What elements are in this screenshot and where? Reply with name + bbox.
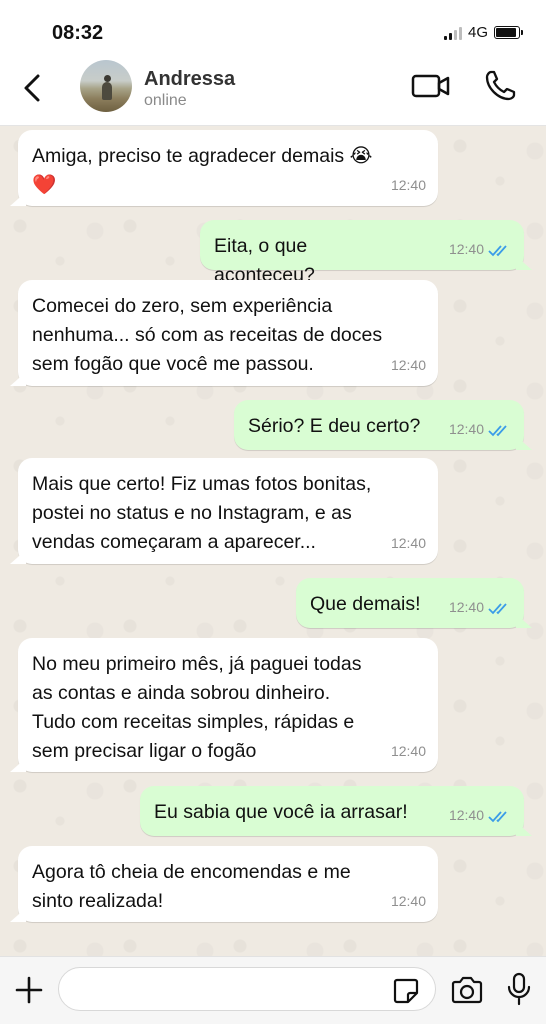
signal-icon [443, 26, 462, 40]
voice-call-button[interactable] [482, 68, 518, 104]
battery-icon [494, 26, 523, 39]
read-ticks-icon [488, 810, 507, 822]
message-meta: 12:40 [391, 171, 426, 200]
contact-name[interactable]: Andressa [144, 68, 235, 91]
message-bubble[interactable]: Eita, o que aconteceu? 12:40 [200, 220, 524, 286]
sticker-icon [393, 978, 419, 1004]
message-text: Amiga, preciso te agradecer demais 😭 ❤️ [32, 145, 373, 196]
message-input[interactable] [58, 967, 436, 1011]
message-time: 12:40 [390, 535, 426, 551]
mic-icon [507, 972, 531, 1006]
status-bar: 08:32 4G [0, 0, 546, 60]
battery-fill [496, 28, 516, 37]
message-time: 12:40 [448, 599, 484, 615]
message-time: 12:40 [448, 241, 484, 257]
message-text: Comecei do zero, sem experiência nenhuma… [32, 295, 383, 375]
message-bubble[interactable]: No meu primeiro mês, já paguei todas as … [18, 638, 438, 772]
message-meta: 12:40 [449, 593, 512, 622]
plus-icon [15, 976, 43, 1004]
message-bubble[interactable]: Agora tô cheia de encomendas e me sinto … [18, 846, 438, 922]
message-text: Agora tô cheia de encomendas e me sinto … [32, 861, 351, 912]
message-text: Mais que certo! Fiz umas fotos bonitas, … [32, 473, 372, 553]
back-icon [24, 74, 40, 102]
message-meta: 12:40 [449, 415, 512, 444]
chat-header: Andressa online [0, 60, 546, 126]
input-bar [0, 956, 546, 1024]
read-ticks-icon [488, 244, 507, 256]
read-ticks-icon [488, 424, 507, 436]
message-meta: 12:40 [391, 737, 426, 766]
message-bubble[interactable]: Eu sabia que você ia arrasar! 12:40 [140, 786, 524, 836]
message-time: 12:40 [448, 421, 484, 437]
camera-button[interactable] [450, 975, 484, 1005]
message-time: 12:40 [390, 177, 426, 193]
message-time: 12:40 [390, 743, 426, 759]
video-call-button[interactable] [410, 70, 452, 102]
message-meta: 12:40 [449, 801, 512, 830]
message-meta: 12:40 [391, 887, 426, 916]
message-bubble[interactable]: Comecei do zero, sem experiência nenhuma… [18, 280, 438, 386]
message-bubble[interactable]: Amiga, preciso te agradecer demais 😭 ❤️ … [18, 130, 438, 206]
chat-area[interactable]: Amiga, preciso te agradecer demais 😭 ❤️ … [0, 126, 546, 956]
message-time: 12:40 [390, 357, 426, 373]
message-bubble[interactable]: Sério? E deu certo? 12:40 [234, 400, 524, 450]
mic-button[interactable] [506, 971, 532, 1007]
avatar[interactable] [80, 60, 132, 112]
message-meta: 12:40 [449, 235, 512, 264]
video-call-icon [411, 74, 450, 98]
message-meta: 12:40 [391, 529, 426, 558]
message-text: No meu primeiro mês, já paguei todas as … [32, 653, 362, 762]
message-time: 12:40 [390, 893, 426, 909]
phone-icon [485, 70, 516, 101]
contact-status: online [144, 92, 187, 109]
read-ticks-icon [488, 602, 507, 614]
message-meta: 12:40 [391, 351, 426, 380]
status-time: 08:32 [52, 22, 104, 44]
camera-icon [451, 976, 483, 1004]
attach-button[interactable] [14, 975, 44, 1005]
sticker-button[interactable] [392, 977, 420, 1005]
avatar-figure [102, 75, 112, 100]
network-label: 4G [467, 24, 488, 41]
status-indicators: 4G [443, 24, 523, 41]
message-time: 12:40 [448, 807, 484, 823]
message-bubble[interactable]: Mais que certo! Fiz umas fotos bonitas, … [18, 458, 438, 564]
message-bubble[interactable]: Que demais! 12:40 [296, 578, 524, 628]
back-button[interactable] [16, 70, 52, 106]
